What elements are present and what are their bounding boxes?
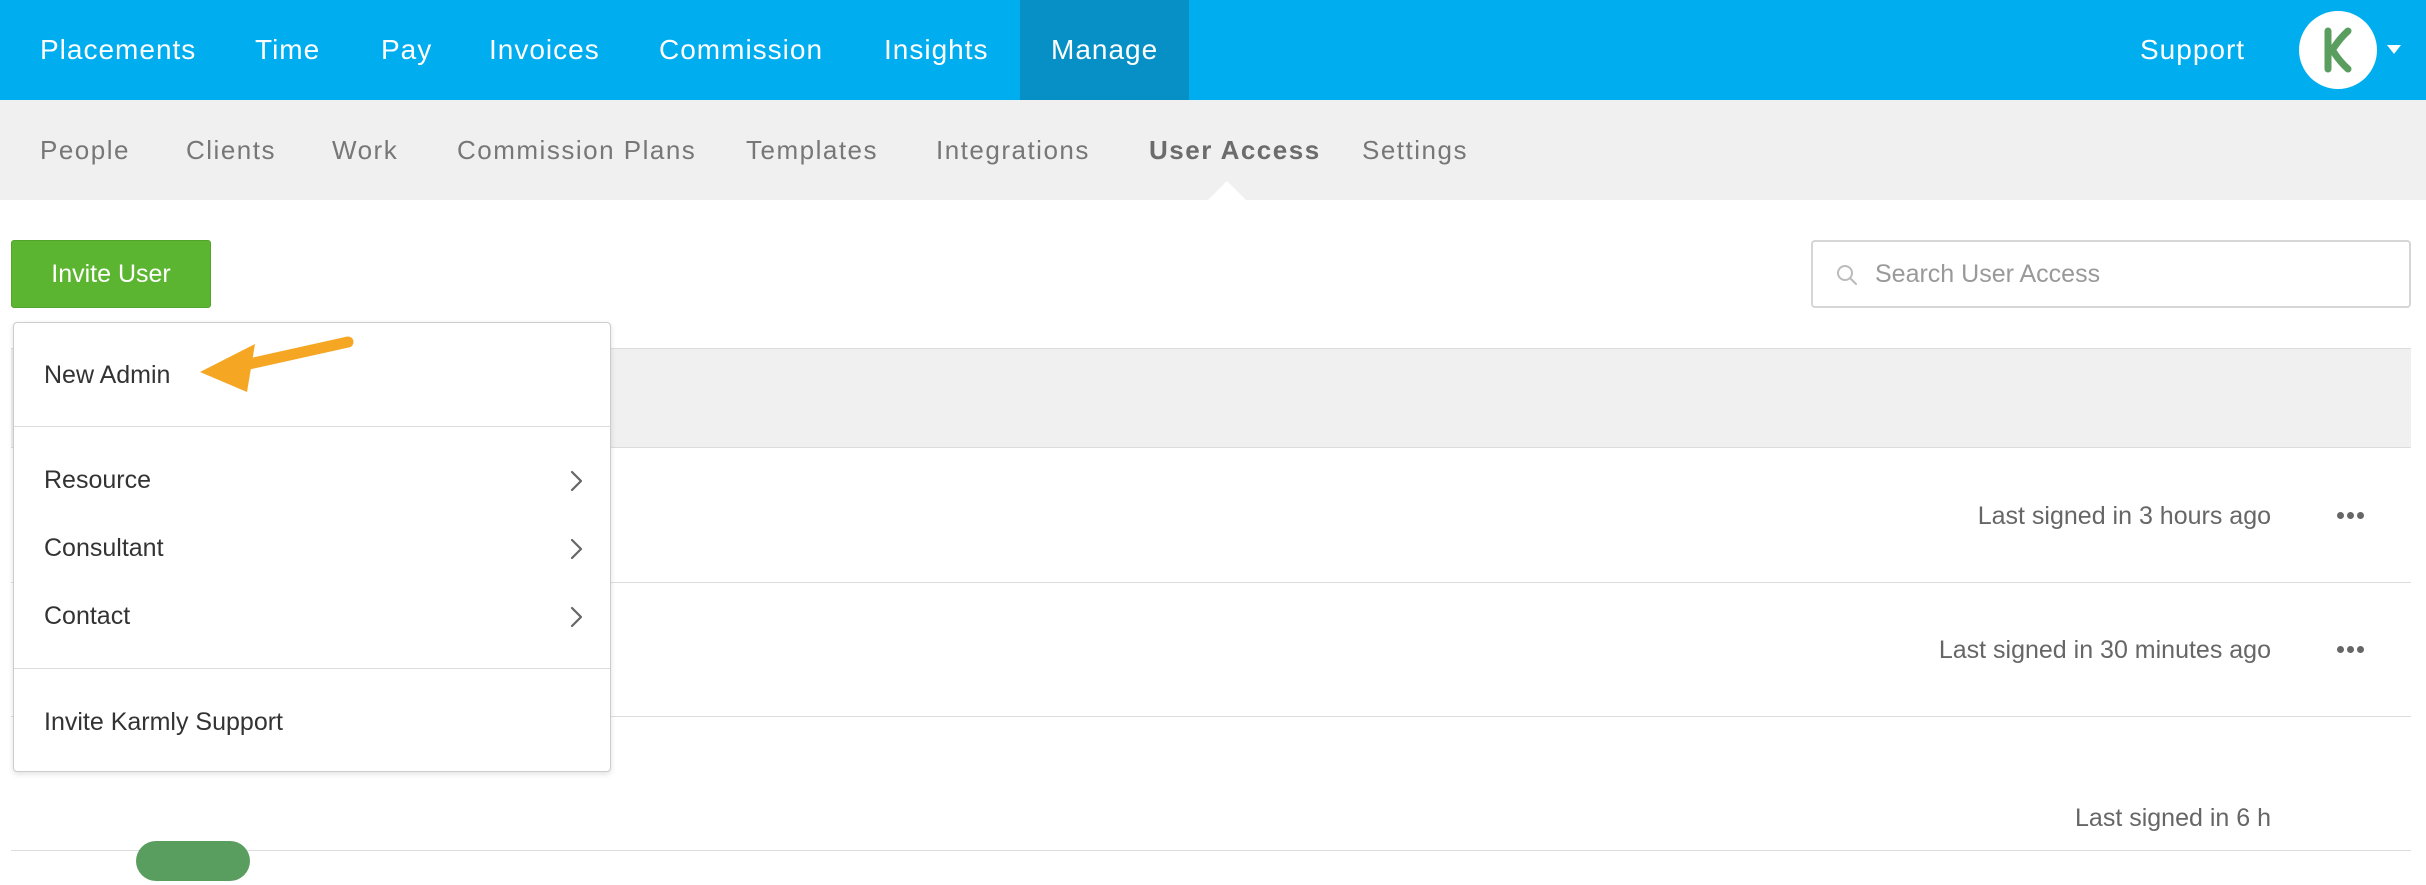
- nav-manage[interactable]: Manage: [1020, 0, 1190, 100]
- active-tab-indicator: [1208, 181, 1246, 200]
- menu-divider: [14, 426, 610, 427]
- menu-item-label: Contact: [44, 602, 131, 630]
- chevron-right-icon: [570, 470, 583, 492]
- annotation-arrow-icon: [200, 336, 354, 392]
- menu-item-invite-karmly-support[interactable]: Invite Karmly Support: [14, 692, 610, 752]
- menu-item-label: Consultant: [44, 534, 164, 562]
- nav-insights[interactable]: Insights: [884, 0, 989, 100]
- nav-pay[interactable]: Pay: [381, 0, 432, 100]
- search-input[interactable]: [1875, 242, 2395, 306]
- chevron-right-icon: [570, 538, 583, 560]
- menu-item-consultant[interactable]: Consultant: [14, 518, 610, 578]
- chevron-right-icon: [570, 606, 583, 628]
- subnav-commission-plans[interactable]: Commission Plans: [457, 100, 696, 200]
- menu-item-resource[interactable]: Resource: [14, 450, 610, 510]
- subnav-integrations[interactable]: Integrations: [936, 100, 1090, 200]
- user-avatar[interactable]: [2299, 11, 2377, 89]
- menu-item-label: Invite Karmly Support: [44, 708, 283, 736]
- menu-divider: [14, 668, 610, 669]
- top-nav: Placements Time Pay Invoices Commission …: [0, 0, 2426, 100]
- nav-commission[interactable]: Commission: [659, 0, 823, 100]
- subnav-clients[interactable]: Clients: [186, 100, 276, 200]
- role-badge: [136, 841, 250, 881]
- search-box[interactable]: [1811, 240, 2411, 308]
- nav-support[interactable]: Support: [2140, 0, 2245, 100]
- subnav-work[interactable]: Work: [332, 100, 398, 200]
- invite-user-button[interactable]: Invite User: [11, 240, 211, 308]
- karmly-logo-icon: [2324, 27, 2352, 73]
- last-signed-text: Last signed in 30 minutes ago: [1938, 636, 2271, 664]
- nav-time[interactable]: Time: [255, 0, 320, 100]
- menu-item-label: New Admin: [44, 361, 171, 389]
- menu-item-contact[interactable]: Contact: [14, 586, 610, 646]
- last-signed-text: Last signed in 3 hours ago: [1977, 502, 2271, 530]
- menu-item-label: Resource: [44, 466, 151, 494]
- chevron-down-icon[interactable]: [2387, 45, 2401, 54]
- more-options-icon[interactable]: [2337, 640, 2364, 660]
- nav-invoices[interactable]: Invoices: [489, 0, 600, 100]
- nav-placements[interactable]: Placements: [40, 0, 196, 100]
- more-options-icon[interactable]: [2337, 506, 2364, 526]
- search-icon: [1837, 265, 1857, 285]
- subnav-templates[interactable]: Templates: [746, 100, 878, 200]
- last-signed-text: Last signed in 6 h: [2075, 804, 2271, 832]
- subnav-settings[interactable]: Settings: [1362, 100, 1468, 200]
- subnav-people[interactable]: People: [40, 100, 130, 200]
